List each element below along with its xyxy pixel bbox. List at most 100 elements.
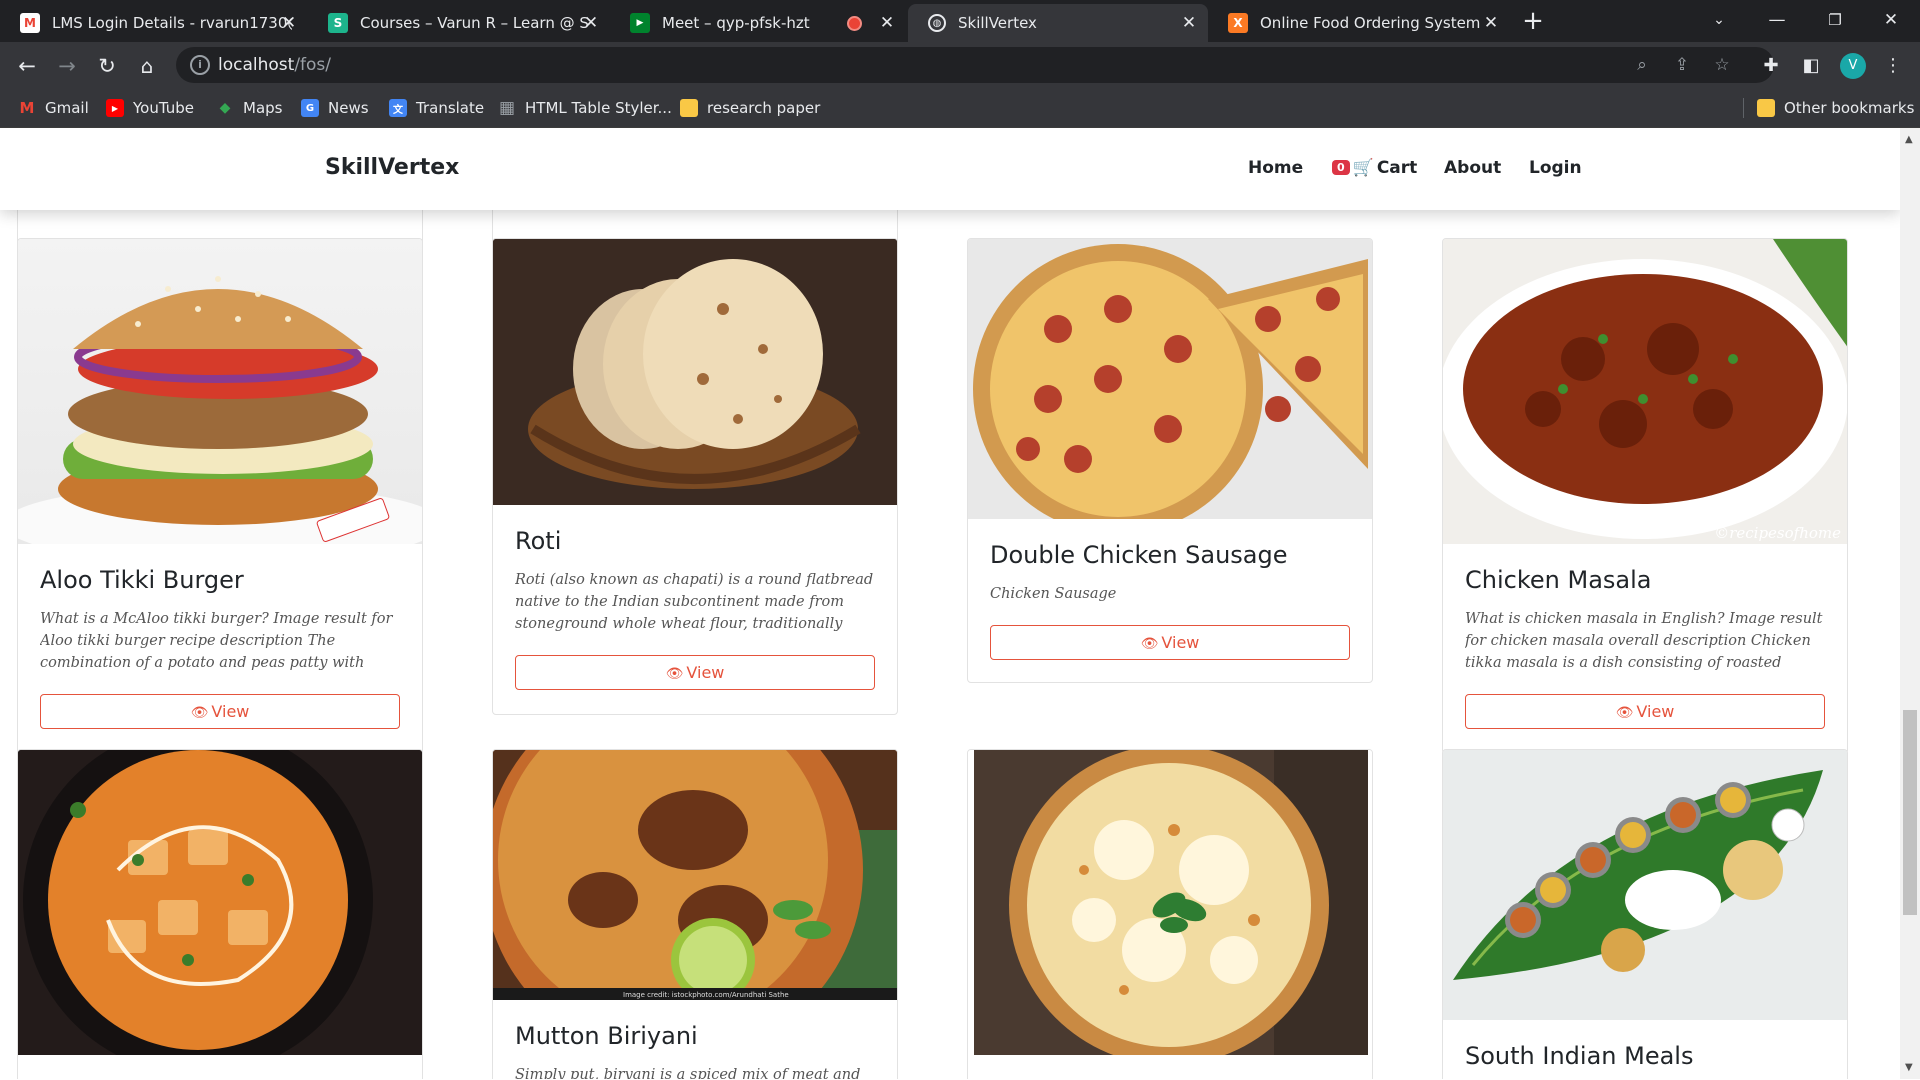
nav-cart[interactable]: 0 🛒 Cart <box>1332 158 1417 178</box>
meals-illustration <box>1443 750 1847 1020</box>
avatar[interactable]: V <box>1840 53 1866 79</box>
skill-icon: S <box>328 13 348 33</box>
other-bookmarks[interactable]: Other bookmarks <box>1757 96 1914 120</box>
paneer-curry-image <box>18 750 422 1055</box>
forward-button[interactable]: → <box>52 51 82 81</box>
biryani-image: Image credit: istockphoto.com/Arundhati … <box>493 750 897 1000</box>
eye-icon: 👁 <box>665 666 684 682</box>
scroll-down-icon[interactable]: ▼ <box>1905 1062 1913 1073</box>
bookmark-news[interactable]: G News <box>301 96 369 120</box>
menu-icon[interactable]: ⋮ <box>1878 51 1908 81</box>
food-title: Chicken Masala <box>1465 566 1652 594</box>
food-card: ©recipesofhome Chicken Masala What is ch… <box>1442 238 1848 754</box>
close-icon[interactable]: ✕ <box>876 12 898 34</box>
folder-icon <box>1757 99 1775 117</box>
pizza-illustration <box>968 239 1372 519</box>
home-icon[interactable]: ⌂ <box>132 51 162 81</box>
minimize-button[interactable]: — <box>1748 0 1806 42</box>
close-window-button[interactable]: ✕ <box>1862 0 1920 42</box>
gmail-icon: M <box>20 13 40 33</box>
burger-illustration <box>18 276 422 544</box>
browser-tab[interactable]: X Online Food Ordering System ✕ <box>1208 4 1510 42</box>
eye-icon: 👁 <box>1140 636 1159 652</box>
food-description: What is a McAloo tikki burger? Image res… <box>40 611 393 671</box>
tab-search-icon[interactable]: ⌄ <box>1690 0 1748 42</box>
food-title: Aloo Tikki Burger <box>40 566 244 594</box>
view-button[interactable]: 👁 View <box>1465 694 1825 729</box>
news-icon: G <box>301 99 319 117</box>
cheese-pizza-image <box>968 750 1372 1055</box>
meet-icon: ▶ <box>630 13 650 33</box>
eye-icon: 👁 <box>1615 705 1634 721</box>
food-card: Image credit: istockphoto.com/Arundhati … <box>492 749 898 1079</box>
address-bar[interactable]: i localhost/fos/ ⌕ ⇪ ☆ <box>176 47 1774 83</box>
new-tab-button[interactable]: + <box>1518 6 1548 36</box>
tab-title: SkillVertex <box>958 14 1037 32</box>
cart-icon: 🛒 <box>1352 158 1374 178</box>
browser-toolbar: ← → ↻ ⌂ i localhost/fos/ ⌕ ⇪ ☆ ✚ ◧ V ⋮ <box>0 42 1920 88</box>
view-button[interactable]: 👁 View <box>40 694 400 729</box>
bookmark-html-table-styler[interactable]: ▦ HTML Table Styler... <box>498 96 672 120</box>
biryani-illustration <box>493 750 897 1000</box>
food-description: Chicken Sausage <box>990 586 1117 602</box>
maps-icon: ◆ <box>219 100 231 116</box>
cart-count-badge: 0 <box>1332 160 1350 175</box>
url-text[interactable]: localhost/fos/ <box>218 55 331 75</box>
translate-icon: 文 <box>389 99 407 117</box>
nav-home[interactable]: Home <box>1248 158 1303 178</box>
food-description: Simply put, biryani is a spiced mix of m… <box>515 1067 861 1079</box>
bookmark-gmail[interactable]: M Gmail <box>18 96 89 120</box>
bookmarks-divider <box>1743 98 1744 118</box>
view-button[interactable]: 👁 View <box>990 625 1350 660</box>
share-icon[interactable]: ⇪ <box>1670 53 1694 77</box>
tab-title: Online Food Ordering System <box>1260 14 1481 32</box>
bookmark-maps[interactable]: ◆ Maps <box>216 96 283 120</box>
browser-tab[interactable]: M LMS Login Details - rvarun1730@ ✕ <box>0 4 308 42</box>
view-button[interactable]: 👁 View <box>515 655 875 690</box>
bookmarks-bar: M Gmail ▶ YouTube ◆ Maps G News 文 Translate ▦… <box>0 88 1920 128</box>
nav-about[interactable]: About <box>1444 158 1501 178</box>
food-title: Roti <box>515 527 562 555</box>
food-card: South Indian Meals <box>1442 749 1848 1079</box>
side-panel-icon[interactable]: ◧ <box>1796 51 1826 81</box>
tab-title: LMS Login Details - rvarun1730@ <box>52 14 292 32</box>
back-button[interactable]: ← <box>12 51 42 81</box>
close-icon[interactable]: ✕ <box>1178 12 1200 34</box>
chicken-masala-image: ©recipesofhome <box>1443 239 1847 544</box>
bookmark-research-paper[interactable]: research paper <box>680 96 820 120</box>
bookmark-star-icon[interactable]: ☆ <box>1710 53 1734 77</box>
cheese-pizza-illustration <box>974 750 1368 1055</box>
page-viewport: Aloo Tikki Burger What is a McAloo tikki… <box>0 128 1900 1079</box>
gmail-icon: M <box>19 99 35 117</box>
site-brand[interactable]: SkillVertex <box>325 155 459 180</box>
page-scrollbar[interactable]: ▲ ▼ <box>1900 128 1920 1079</box>
nav-login[interactable]: Login <box>1529 158 1582 178</box>
roti-illustration <box>493 239 897 505</box>
close-icon[interactable]: ✕ <box>1480 12 1502 34</box>
food-card <box>967 749 1373 1079</box>
youtube-icon: ▶ <box>106 99 124 117</box>
bookmark-translate[interactable]: 文 Translate <box>389 96 484 120</box>
tab-title: Meet – qyp-pfsk-hzt <box>662 14 810 32</box>
browser-tab-active[interactable]: ◍ SkillVertex ✕ <box>908 4 1208 42</box>
extensions-icon[interactable]: ✚ <box>1756 51 1786 81</box>
food-card <box>17 749 423 1079</box>
close-icon[interactable]: ✕ <box>580 12 602 34</box>
browser-tab-bar: M LMS Login Details - rvarun1730@ ✕ S Co… <box>0 0 1920 42</box>
site-info-icon[interactable]: i <box>190 55 210 75</box>
xampp-icon: X <box>1228 13 1248 33</box>
bookmark-youtube[interactable]: ▶ YouTube <box>106 96 194 120</box>
reload-button[interactable]: ↻ <box>92 51 122 81</box>
food-title: Mutton Biriyani <box>515 1022 698 1050</box>
paneer-illustration <box>18 750 422 1055</box>
zoom-icon[interactable]: ⌕ <box>1630 53 1654 77</box>
scroll-up-icon[interactable]: ▲ <box>1905 134 1913 145</box>
tab-title: Courses – Varun R – Learn @ Skil <box>360 14 588 32</box>
restore-button[interactable]: ❐ <box>1806 0 1864 42</box>
browser-tab[interactable]: ▶ Meet – qyp-pfsk-hzt ✕ <box>610 4 906 42</box>
food-card: Double Chicken Sausage Chicken Sausage 👁… <box>967 238 1373 683</box>
browser-tab[interactable]: S Courses – Varun R – Learn @ Skil ✕ <box>308 4 610 42</box>
scrollbar-thumb[interactable] <box>1903 710 1917 915</box>
south-indian-meals-image <box>1443 750 1847 1020</box>
close-icon[interactable]: ✕ <box>278 12 300 34</box>
